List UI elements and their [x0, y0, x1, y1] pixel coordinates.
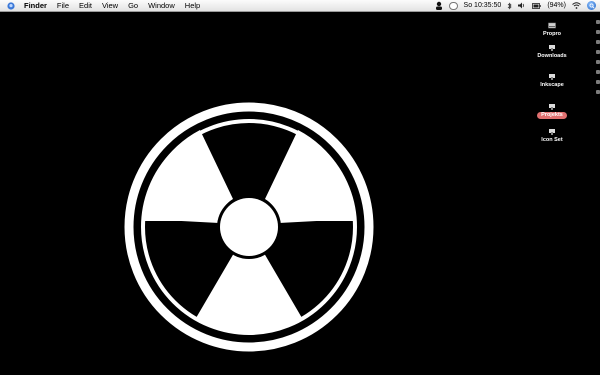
desktop-icon-inkscape[interactable]: Inkscape — [530, 73, 574, 89]
folder-icon — [549, 129, 555, 135]
radiation-symbol-wallpaper — [124, 102, 374, 352]
desktop-icon-projekts[interactable]: Projekts — [530, 103, 574, 119]
desktop-icon-label: Inkscape — [540, 82, 564, 88]
desktop-icon-label: Icon Set — [541, 137, 563, 143]
folder-icon — [549, 74, 555, 80]
drive-icon — [548, 22, 556, 29]
desktop-icon-label: Propro — [542, 31, 562, 37]
folder-icon — [549, 45, 555, 51]
desktop-edge-strip — [596, 20, 600, 120]
desktop-icon-icon-set[interactable]: Icon Set — [530, 128, 574, 144]
folder-icon — [549, 104, 555, 110]
desktop-icon-label: Downloads — [537, 53, 567, 59]
desktop-icon-propro[interactable]: Propro — [530, 22, 574, 38]
desktop-icon-downloads[interactable]: Downloads — [530, 44, 574, 60]
desktop-icon-label: Projekts — [537, 112, 567, 119]
